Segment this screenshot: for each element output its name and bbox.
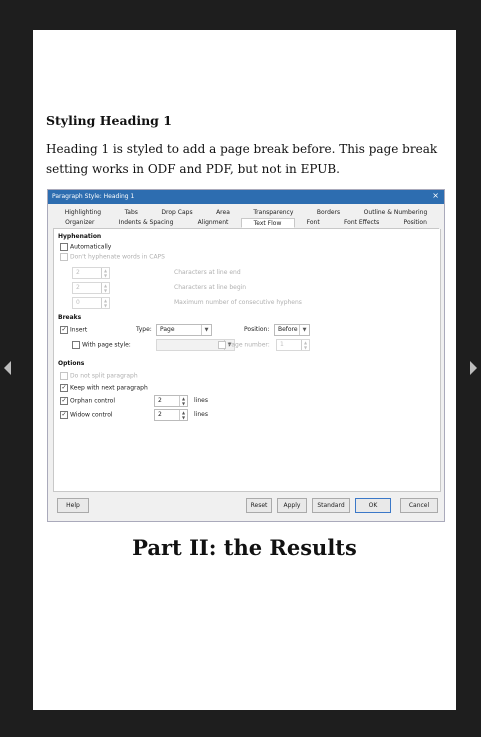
next-page-arrow-icon[interactable]	[470, 361, 477, 375]
widow-spinner: 2 ▲ ▼	[154, 409, 188, 421]
insert-label: Insert	[70, 326, 88, 334]
tab-organizer: Organizer	[65, 219, 95, 226]
orphan-label: Orphan control	[70, 397, 115, 405]
tab-row-1: Highlighting Tabs Drop Caps Area Transpa…	[53, 208, 439, 218]
dialog-titlebar: Paragraph Style: Heading 1 ×	[48, 190, 444, 204]
widow-lines-label: lines	[194, 411, 208, 418]
automatically-option: Automatically	[60, 243, 111, 251]
position-value: Before	[278, 326, 298, 333]
type-label: Type:	[136, 326, 152, 333]
orphan-option: ✓ Orphan control	[60, 397, 115, 405]
orphan-lines-label: lines	[194, 397, 208, 404]
spin-arrows-icon: ▲ ▼	[101, 298, 109, 308]
automatically-label: Automatically	[70, 243, 112, 251]
automatically-checkbox	[60, 243, 68, 251]
caps-checkbox	[60, 253, 68, 261]
paragraph-style-dialog-screenshot: Paragraph Style: Heading 1 × Highlightin…	[47, 189, 445, 522]
widow-option: ✓ Widow control	[60, 411, 113, 419]
caps-option: Don't hyphenate words in CAPS	[60, 253, 165, 261]
insert-checkbox: ✓	[60, 326, 68, 334]
insert-option: ✓ Insert	[60, 326, 87, 334]
spin-arrows-icon: ▲ ▼	[101, 283, 109, 293]
spin-arrows-icon: ▲ ▼	[101, 268, 109, 278]
orphan-value: 2	[158, 397, 162, 404]
options-heading: Options	[58, 360, 85, 367]
reset-button: Reset	[246, 498, 272, 513]
do-not-split-label: Do not split paragraph	[70, 372, 138, 380]
apply-button: Apply	[277, 498, 307, 513]
document-page: Styling Heading 1 Heading 1 is styled to…	[33, 30, 456, 710]
tab-transparency: Transparency	[253, 209, 294, 216]
page-number-spinner: 1 ▲ ▼	[276, 339, 310, 351]
tab-text-flow: Text Flow	[240, 218, 295, 228]
max-hyphens-label: Maximum number of consecutive hyphens	[174, 299, 302, 306]
line-begin-spinner: 2 ▲ ▼	[72, 282, 110, 294]
tab-alignment: Alignment	[197, 219, 229, 226]
dialog-title: Paragraph Style: Heading 1	[52, 193, 135, 200]
orphan-spinner: 2 ▲ ▼	[154, 395, 188, 407]
spin-arrows-icon: ▲ ▼	[179, 410, 187, 420]
tab-outline-numbering: Outline & Numbering	[363, 209, 428, 216]
max-hyphens-spinner: 0 ▲ ▼	[72, 297, 110, 309]
page-number-label: Page number:	[228, 341, 270, 349]
position-label: Position:	[244, 326, 270, 333]
page-number-checkbox	[218, 341, 226, 349]
widow-value: 2	[158, 411, 162, 418]
tab-borders: Borders	[316, 209, 341, 216]
line-end-label: Characters at line end	[174, 269, 241, 276]
standard-button: Standard	[312, 498, 350, 513]
position-select: Before ▼	[274, 324, 310, 336]
previous-page-arrow-icon[interactable]	[4, 361, 11, 375]
type-select: Page ▼	[156, 324, 212, 336]
part-title: Part II: the Results	[132, 535, 357, 560]
orphan-checkbox: ✓	[60, 397, 68, 405]
tab-indents-spacing: Indents & Spacing	[118, 219, 174, 226]
line-end-spinner: 2 ▲ ▼	[72, 267, 110, 279]
hyphenation-heading: Hyphenation	[58, 233, 102, 240]
with-page-style-checkbox	[72, 341, 80, 349]
breaks-heading: Breaks	[58, 314, 82, 321]
caps-label: Don't hyphenate words in CAPS	[70, 253, 165, 261]
chevron-down-icon: ▼	[201, 325, 211, 335]
tab-font: Font	[306, 219, 320, 226]
tab-area: Area	[216, 209, 230, 216]
help-button: Help	[57, 498, 89, 513]
ok-button: OK	[355, 498, 391, 513]
line-begin-value: 2	[76, 284, 80, 291]
doc-paragraph: Heading 1 is styled to add a page break …	[46, 142, 438, 176]
spin-arrows-icon: ▲ ▼	[179, 396, 187, 406]
page-number-value: 1	[280, 341, 284, 348]
text-flow-panel: Hyphenation Automatically Don't hyphenat…	[53, 229, 441, 492]
with-page-style-option: With page style:	[72, 341, 131, 349]
keep-with-next-option: ✓ Keep with next paragraph	[60, 384, 148, 392]
tab-highlighting: Highlighting	[64, 209, 102, 216]
do-not-split-option: Do not split paragraph	[60, 372, 138, 380]
max-hyphens-value: 0	[76, 299, 80, 306]
do-not-split-checkbox	[60, 372, 68, 380]
type-value: Page	[160, 326, 175, 333]
line-begin-label: Characters at line begin	[174, 284, 247, 291]
widow-label: Widow control	[70, 411, 113, 419]
with-page-style-label: With page style:	[82, 341, 131, 349]
tab-position: Position	[403, 219, 427, 226]
chevron-down-icon: ▼	[299, 325, 309, 335]
tab-drop-caps: Drop Caps	[161, 209, 193, 216]
close-icon: ×	[432, 191, 439, 200]
tab-row-2: Organizer Indents & Spacing Alignment Te…	[53, 218, 439, 229]
keep-with-next-label: Keep with next paragraph	[70, 384, 148, 392]
tab-tabs: Tabs	[124, 209, 138, 216]
page-number-option: Page number:	[218, 341, 270, 349]
keep-with-next-checkbox: ✓	[60, 384, 68, 392]
cancel-button: Cancel	[400, 498, 438, 513]
widow-checkbox: ✓	[60, 411, 68, 419]
doc-heading: Styling Heading 1	[46, 113, 172, 128]
line-end-value: 2	[76, 269, 80, 276]
tab-font-effects: Font Effects	[343, 219, 380, 226]
spin-arrows-icon: ▲ ▼	[301, 340, 309, 350]
